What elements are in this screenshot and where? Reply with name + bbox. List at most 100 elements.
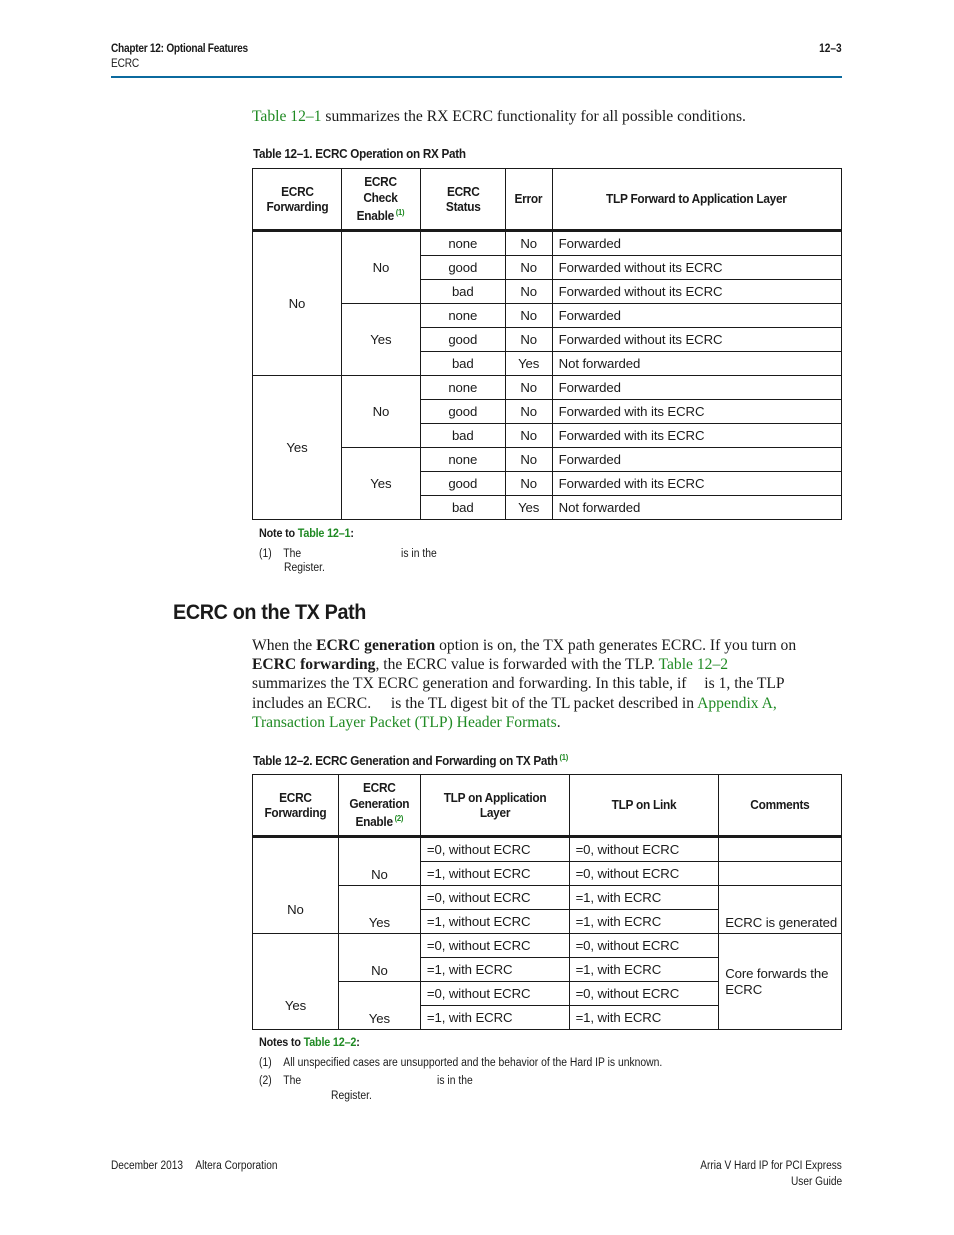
table-row: Yes No none No Forwarded	[252, 375, 843, 520]
intro-paragraph: Table 12–1 summarizes the RX ECRC functi…	[252, 107, 746, 126]
cell-ecrc-status: none	[419, 230, 506, 256]
cell-tlp-forward: Forwarded without its ECRC	[551, 327, 843, 352]
col-tlp-forward: TLP Forward to Application Layer	[551, 168, 843, 232]
tlp-header-formats-link[interactable]: Transaction Layer Packet (TLP) Header Fo…	[252, 714, 557, 731]
cell-tlp-forward: Forwarded with its ECRC	[551, 399, 843, 424]
cell-error: No	[504, 447, 553, 472]
footer-doc-subtitle: User Guide	[790, 1176, 842, 1188]
tx-path-paragraph: When the ECRC generation option is on, t…	[252, 637, 797, 731]
cell-tlp-forward: Forwarded	[551, 303, 843, 328]
cell-ecrc-check-enable: Yes	[340, 303, 421, 376]
cell-tlp-on-link: =1, with ECRC	[568, 909, 720, 934]
cell-tlp-forward: Forwarded	[551, 375, 843, 400]
cell-tlp-on-link: =0, without ECRC	[568, 836, 720, 862]
cell-comments: Core forwards the ECRC	[718, 933, 842, 1030]
cell-tlp-forward: Not forwarded	[551, 495, 843, 520]
appendix-a-link[interactable]: Appendix A,	[697, 695, 777, 712]
cell-comments: ECRC is generated	[718, 885, 842, 934]
cell-tlp-on-link: =0, without ECRC	[568, 981, 720, 1006]
cell-ecrc-check-enable: No	[340, 230, 421, 304]
cell-error: No	[504, 279, 553, 304]
footnote-ref-1[interactable]: (1)	[396, 207, 405, 217]
cell-ecrc-forwarding: No	[252, 230, 342, 376]
table-2-notes-title: Notes to Table 12–2:	[259, 1035, 360, 1049]
col-tlp-application-layer: TLP on Application Layer	[419, 774, 570, 838]
cell-tlp-application-layer: =1, with ECRC	[419, 1005, 570, 1030]
cell-ecrc-generation-enable: Yes	[337, 885, 421, 934]
cell-ecrc-status: bad	[419, 351, 506, 376]
cell-ecrc-forwarding: No	[252, 836, 339, 934]
cell-error: No	[504, 255, 553, 280]
cell-ecrc-status: good	[419, 255, 506, 280]
tx-ecrc-table: ECRC Forwarding ECRC Generation Enable (2) T…	[252, 774, 842, 1030]
table-row: Yes No =0, without ECRC =0, without ECRC Cor…	[252, 933, 842, 1030]
cell-tlp-on-link: =0, without ECRC	[568, 933, 720, 958]
footer-date: December 2013	[111, 1160, 184, 1172]
cell-tlp-forward: Forwarded with its ECRC	[551, 471, 843, 496]
cell-tlp-on-link: =0, without ECRC	[568, 861, 720, 886]
col-tlp-on-link: TLP on Link	[568, 774, 720, 838]
table-row: Yes none No Forwarded	[253, 303, 843, 376]
table-12-1-note-link[interactable]: Table 12–1	[298, 526, 351, 540]
running-header-chapter: Chapter 12: Optional Features	[111, 43, 248, 55]
cell-ecrc-status: none	[419, 447, 506, 472]
footer-company: Altera Corporation	[195, 1160, 278, 1172]
table-1-note-1: (1) The is in the	[259, 548, 437, 560]
cell-error: No	[504, 230, 553, 256]
cell-error: Yes	[504, 351, 553, 376]
cell-ecrc-check-enable: No	[340, 375, 421, 448]
cell-ecrc-check-enable: Yes	[340, 447, 421, 520]
footer-left: December 2013 Altera Corporation	[111, 1160, 277, 1172]
cell-error: No	[504, 327, 553, 352]
col-ecrc-forwarding: ECRC Forwarding	[252, 774, 339, 838]
table-1-note-1-line-2: Register.	[284, 562, 325, 574]
cell-ecrc-generation-enable: Yes	[337, 981, 421, 1030]
cell-ecrc-status: bad	[419, 495, 506, 520]
table-2-note-2: (2) The is in the	[259, 1075, 473, 1087]
cell-tlp-forward: Forwarded without its ECRC	[551, 279, 843, 304]
table-header-row: ECRC Forwarding ECRC Generation Enable (2) T…	[252, 774, 842, 838]
cell-error: No	[504, 423, 553, 448]
cell-tlp-forward: Forwarded	[551, 230, 843, 256]
cell-tlp-forward: Forwarded without its ECRC	[551, 255, 843, 280]
cell-ecrc-status: none	[419, 375, 506, 400]
cell-tlp-forward: Forwarded with its ECRC	[551, 423, 843, 448]
cell-tlp-application-layer: =1, with ECRC	[419, 957, 570, 982]
cell-ecrc-status: good	[419, 327, 506, 352]
cell-ecrc-generation-enable: No	[337, 933, 421, 982]
table-header-row: ECRC Forwarding ECRC Check Enable (1) ECRC St…	[252, 168, 843, 232]
cell-tlp-application-layer: =0, without ECRC	[419, 933, 570, 958]
cell-ecrc-status: bad	[419, 279, 506, 304]
cell-ecrc-status: good	[419, 399, 506, 424]
table-12-2-link[interactable]: Table 12–2	[659, 656, 729, 673]
cell-ecrc-generation-enable: No	[337, 836, 421, 886]
cell-tlp-application-layer: =0, without ECRC	[419, 836, 570, 862]
cell-error: No	[504, 399, 553, 424]
table-12-2-note-link[interactable]: Table 12–2	[304, 1035, 357, 1049]
table-row: No No =0, without ECRC =0, without ECRC	[252, 836, 842, 934]
table-2-note-1: (1) All unspecified cases are unsupported…	[259, 1057, 663, 1069]
table-12-1-link[interactable]: Table 12–1	[252, 108, 322, 125]
footnote-ref-2[interactable]: (2)	[395, 813, 404, 823]
cell-error: No	[504, 375, 553, 400]
cell-tlp-on-link: =1, with ECRC	[568, 1005, 720, 1030]
cell-tlp-application-layer: =1, without ECRC	[419, 909, 570, 934]
cell-comments	[718, 861, 842, 886]
col-ecrc-generation-enable: ECRC Generation Enable (2)	[337, 774, 421, 838]
footnote-ref-1[interactable]: (1)	[559, 752, 568, 762]
cell-ecrc-status: good	[419, 471, 506, 496]
section-heading: ECRC on the TX Path	[173, 600, 367, 624]
cell-ecrc-forwarding: Yes	[252, 933, 339, 1030]
cell-tlp-application-layer: =0, without ECRC	[419, 885, 570, 910]
cell-error: Yes	[504, 495, 553, 520]
cell-comments	[718, 836, 842, 862]
cell-ecrc-forwarding: Yes	[252, 375, 342, 520]
cell-tlp-application-layer: =1, without ECRC	[419, 861, 570, 886]
table-row: No No none No Forwarded	[252, 230, 843, 376]
cell-error: No	[504, 471, 553, 496]
table-row: Yes none No Forwarded	[253, 447, 843, 520]
table-2-note-2-line-2: Register.	[331, 1090, 372, 1102]
cell-tlp-application-layer: =0, without ECRC	[419, 981, 570, 1006]
col-error: Error	[504, 168, 553, 232]
page-number: 12–3	[819, 43, 842, 55]
